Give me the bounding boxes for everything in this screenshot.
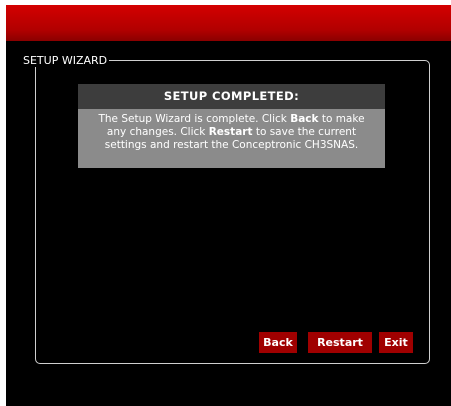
- message-text-1: The Setup Wizard is complete. Click: [98, 113, 291, 125]
- panel-title: SETUP COMPLETED:: [78, 84, 385, 109]
- message-restart-keyword: Restart: [208, 126, 253, 138]
- restart-button[interactable]: Restart: [308, 332, 372, 353]
- setup-wizard-title: SETUP WIZARD: [21, 54, 110, 67]
- app-frame: SETUP WIZARD SETUP COMPLETED: The Setup …: [6, 5, 451, 406]
- message-back-keyword: Back: [290, 113, 319, 125]
- exit-button[interactable]: Exit: [379, 332, 413, 353]
- top-banner: [6, 5, 451, 41]
- setup-completed-panel: SETUP COMPLETED: The Setup Wizard is com…: [78, 84, 385, 168]
- back-button[interactable]: Back: [259, 332, 297, 353]
- completion-message: The Setup Wizard is complete. Click Back…: [78, 109, 385, 168]
